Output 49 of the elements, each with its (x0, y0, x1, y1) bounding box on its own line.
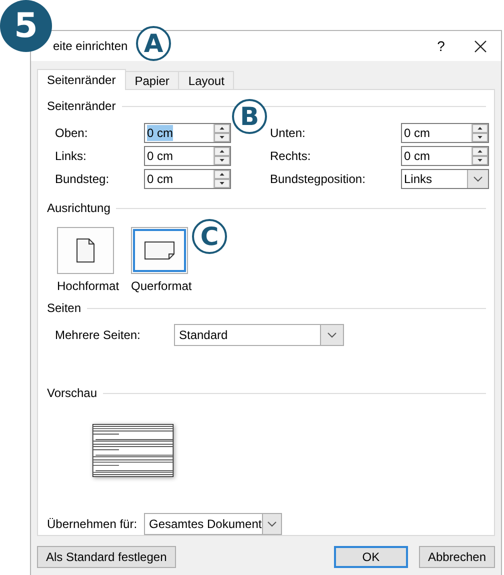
tab[interactable]: Seitenränder (37, 69, 126, 90)
field-label: Rechts: (270, 149, 312, 163)
close-icon[interactable] (474, 40, 487, 52)
dialog-button[interactable]: OK (334, 546, 408, 568)
spin-up-icon[interactable] (214, 170, 230, 179)
spin-up-icon[interactable] (214, 147, 230, 156)
field-label: Unten: (270, 126, 306, 140)
tab[interactable]: Papier (124, 71, 180, 89)
option-label: Hochformat (57, 279, 120, 293)
tab[interactable]: Layout (178, 71, 234, 89)
step-number-badge: 5 (0, 0, 52, 52)
field-label: Bundstegposition: (270, 172, 366, 186)
orientation-button[interactable] (57, 227, 114, 274)
spin-down-icon[interactable] (214, 179, 230, 188)
spin-down-icon[interactable] (214, 133, 230, 142)
landscape-page-icon (144, 241, 176, 260)
portrait-page-icon (76, 238, 95, 263)
group-heading: Seitenränder (47, 99, 116, 113)
window-title: eite einrichten (53, 39, 128, 53)
field-label: Oben: (55, 126, 89, 140)
number-field[interactable]: 0 cm (401, 123, 489, 143)
group-heading: Ausrichtung (47, 201, 110, 215)
dropdown[interactable]: Links (401, 169, 489, 189)
option-label: Querformat (131, 279, 192, 293)
caret-icon[interactable] (266, 521, 277, 527)
number-field[interactable]: 0 cm (144, 146, 231, 166)
dialog-button[interactable]: Als Standard festlegen (37, 546, 176, 568)
number-field[interactable]: 0 cm (401, 146, 489, 166)
help-button[interactable]: ? (429, 38, 453, 54)
field-label: Bundsteg: (55, 172, 110, 186)
number-field[interactable]: 0 cm (144, 169, 231, 189)
spin-up-icon[interactable] (472, 147, 488, 156)
field-label: Übernehmen für: (47, 517, 138, 531)
field-label: Mehrere Seiten: (55, 328, 142, 342)
spin-down-icon[interactable] (472, 156, 488, 165)
orientation-button[interactable] (131, 227, 188, 274)
number-field[interactable]: 0 cm (144, 123, 231, 143)
group-heading: Vorschau (47, 386, 98, 400)
spin-down-icon[interactable] (214, 156, 230, 165)
dialog-button[interactable]: Abbrechen (418, 546, 495, 568)
spin-up-icon[interactable] (472, 124, 488, 133)
spin-down-icon[interactable] (472, 133, 488, 142)
caret-icon[interactable] (327, 332, 337, 338)
dropdown[interactable]: Standard (174, 324, 344, 346)
caret-icon[interactable] (473, 176, 483, 182)
group-heading: Seiten (47, 301, 82, 315)
spin-up-icon[interactable] (214, 124, 230, 133)
dropdown[interactable]: Gesamtes Dokument (144, 513, 282, 535)
field-label: Links: (55, 149, 88, 163)
